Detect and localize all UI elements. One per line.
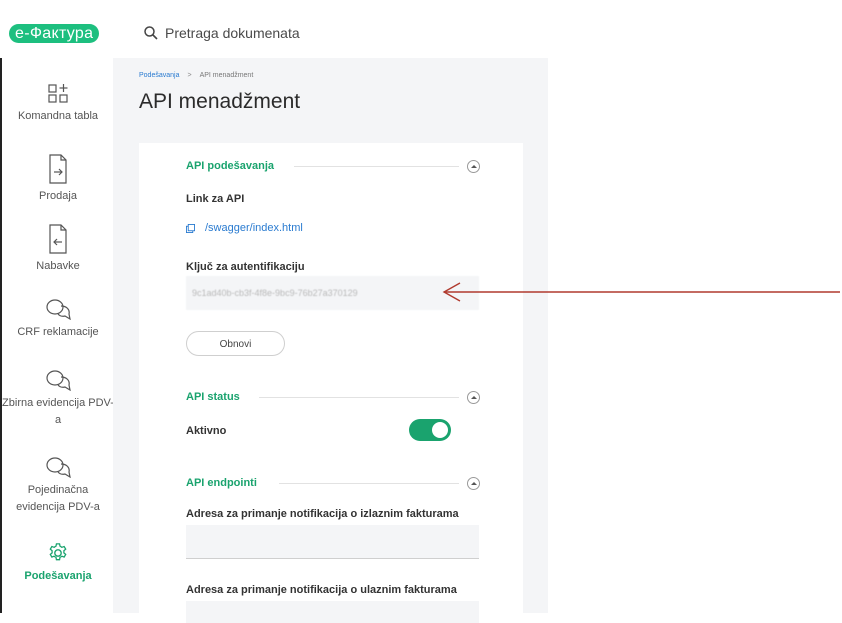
search-input[interactable]: Pretraga dokumenata [165, 25, 300, 41]
gear-icon [49, 543, 67, 561]
section-divider [279, 483, 459, 484]
sidebar-item-label: CRF reklamacije [17, 326, 99, 338]
sidebar-item-label: Podešavanja [24, 570, 92, 582]
sidebar-item-purchases[interactable]: Nabavke [2, 224, 114, 275]
api-active-label: Aktivno [186, 425, 227, 437]
search-bar[interactable]: Pretraga dokumenata [143, 25, 300, 41]
chat-icon [46, 299, 71, 320]
search-icon [144, 26, 158, 40]
breadcrumb: Podešavanja > API menadžment [139, 72, 253, 79]
chat-icon [46, 370, 71, 391]
section-title-api-settings: API podešavanja [186, 160, 275, 172]
collapse-api-status-button[interactable] [467, 391, 480, 404]
breadcrumb-parent-link[interactable]: Podešavanja [139, 72, 179, 79]
collapse-api-settings-button[interactable] [467, 160, 480, 173]
sidebar-item-label: Pojedinačna evidencija PDV-a [16, 484, 100, 513]
section-divider [294, 166, 459, 167]
sidebar-item-dashboard[interactable]: Komandna tabla [2, 82, 114, 125]
main-content: Podešavanja > API menadžment API menadžmen… [113, 58, 548, 623]
sidebar-item-label: Nabavke [36, 260, 80, 272]
sidebar-item-vat-individual[interactable]: Pojedinačna evidencija PDV-a [2, 456, 114, 516]
sidebar-item-label: Komandna tabla [17, 110, 99, 122]
collapse-api-endpoints-button[interactable] [467, 477, 480, 490]
incoming-notification-label: Adresa za primanje notifikacija o ulazni… [186, 584, 457, 596]
sidebar-item-label: Prodaja [39, 190, 77, 202]
auth-key-field[interactable]: 9c1ad40b-cb3f-4f8e-9bc9-76b27a370129 [186, 276, 479, 310]
copy-icon [186, 223, 195, 233]
auth-key-label: Ključ za autentifikaciju [186, 261, 305, 273]
sidebar-item-crf[interactable]: CRF reklamacije [2, 298, 114, 341]
section-divider [259, 397, 459, 398]
document-out-icon [49, 154, 67, 184]
api-link-label: Link za API [186, 193, 245, 205]
sidebar-item-sales[interactable]: Prodaja [2, 154, 114, 205]
sidebar-item-vat-summary[interactable]: Zbirna evidencija PDV-a [2, 369, 114, 429]
outgoing-notification-label: Adresa za primanje notifikacija o izlazn… [186, 508, 459, 520]
document-in-icon [49, 224, 67, 254]
sidebar-item-settings[interactable]: Podešavanja [2, 542, 114, 585]
annotation-arrow [442, 282, 840, 302]
breadcrumb-separator: > [187, 72, 192, 79]
dashboard-icon [48, 84, 68, 103]
api-link-text[interactable]: /swagger/index.html [205, 222, 303, 234]
sidebar-item-label: Zbirna evidencija PDV-a [2, 397, 114, 426]
renew-button[interactable]: Obnovi [186, 331, 285, 356]
page-title: API menadžment [139, 90, 301, 113]
outgoing-notification-input[interactable] [186, 525, 479, 559]
section-title-api-endpoints: API endpointi [186, 477, 257, 489]
incoming-notification-input[interactable] [186, 601, 479, 623]
api-link[interactable]: /swagger/index.html [186, 222, 303, 234]
sidebar: Komandna tabla Prodaja Nabavke CRF rekla… [0, 58, 115, 613]
app-logo[interactable]: е-Фактура [9, 24, 100, 43]
top-bar: е-Фактура Pretraga dokumenata [0, 0, 548, 58]
api-active-toggle[interactable] [409, 419, 451, 441]
section-title-api-status: API status [186, 391, 240, 403]
chat-icon [46, 457, 71, 478]
breadcrumb-current: API menadžment [199, 72, 254, 79]
api-settings-card: API podešavanja Link za API /swagger/ind… [139, 143, 523, 623]
